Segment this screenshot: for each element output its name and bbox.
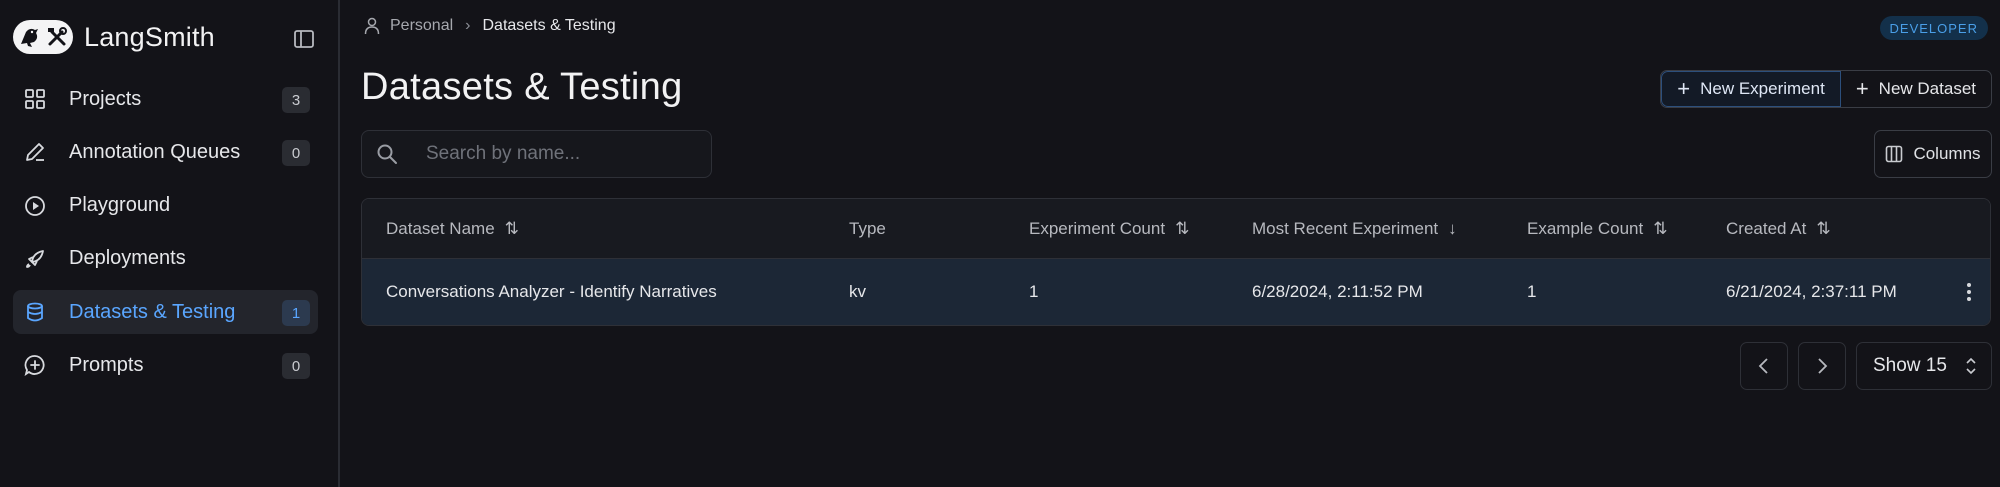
- table-row[interactable]: Conversations Analyzer - Identify Narrat…: [362, 259, 1990, 325]
- header-actions: + New Experiment + New Dataset: [1660, 70, 1992, 108]
- rocket-icon: [23, 247, 47, 271]
- sidebar: LangSmith Projects 3 Annotation Queues 0: [0, 0, 340, 487]
- new-dataset-button[interactable]: + New Dataset: [1841, 71, 1991, 107]
- sidebar-item-label: Deployments: [69, 247, 186, 270]
- table-header: Dataset Name ⇅ Type Experiment Count ⇅ M…: [362, 199, 1990, 259]
- sidebar-item-playground[interactable]: Playground: [13, 184, 318, 228]
- play-circle-icon: [23, 194, 47, 218]
- chevron-up-down-icon: [1966, 357, 1976, 375]
- tools-icon: [48, 27, 67, 46]
- sidebar-nav: Projects 3 Annotation Queues 0 Playgroun…: [13, 77, 318, 397]
- page-size-select[interactable]: Show 15: [1856, 342, 1992, 390]
- cell-example-count: 1: [1527, 282, 1537, 301]
- sidebar-item-datasets-testing[interactable]: Datasets & Testing 1: [13, 290, 318, 335]
- search-input[interactable]: [426, 143, 686, 165]
- breadcrumb-root[interactable]: Personal: [390, 17, 453, 35]
- sidebar-item-prompts[interactable]: Prompts 0: [13, 343, 318, 387]
- prev-page-button[interactable]: [1740, 342, 1788, 390]
- breadcrumb-current: Datasets & Testing: [482, 17, 616, 34]
- datasets-table: Dataset Name ⇅ Type Experiment Count ⇅ M…: [361, 198, 1991, 326]
- column-header-dataset-name[interactable]: Dataset Name ⇅: [386, 199, 519, 259]
- sidebar-item-projects[interactable]: Projects 3: [13, 77, 318, 121]
- chevron-left-icon: [1758, 358, 1768, 374]
- sort-icon[interactable]: ⇅: [1653, 219, 1667, 239]
- pagination: Show 15: [1740, 342, 1992, 390]
- developer-badge: DEVELOPER: [1879, 16, 1988, 40]
- breadcrumb: Personal › Datasets & Testing: [364, 17, 616, 35]
- database-icon: [23, 300, 47, 324]
- langsmith-logo-icon[interactable]: [13, 20, 73, 54]
- plus-icon: +: [1855, 76, 1869, 101]
- logo-row: LangSmith: [13, 18, 318, 58]
- sidebar-item-label: Prompts: [69, 353, 144, 376]
- sort-descending-icon[interactable]: ↓: [1448, 219, 1457, 239]
- count-badge: 3: [282, 87, 310, 113]
- cell-most-recent-experiment: 6/28/2024, 2:11:52 PM: [1252, 282, 1423, 301]
- sidebar-item-label: Playground: [69, 194, 171, 217]
- sort-icon[interactable]: ⇅: [505, 219, 519, 239]
- user-icon: [364, 17, 380, 35]
- column-header-most-recent-experiment[interactable]: Most Recent Experiment ↓: [1252, 199, 1457, 259]
- count-badge: 0: [282, 353, 310, 380]
- plus-icon: +: [1677, 76, 1691, 101]
- sort-icon[interactable]: ⇅: [1175, 219, 1189, 239]
- next-page-button[interactable]: [1798, 342, 1846, 390]
- parrot-icon: [21, 28, 38, 47]
- sort-icon[interactable]: ⇅: [1816, 219, 1830, 239]
- app-name: LangSmith: [84, 22, 215, 52]
- sidebar-collapse-icon[interactable]: [293, 28, 315, 50]
- column-header-experiment-count[interactable]: Experiment Count ⇅: [1029, 199, 1189, 259]
- pen-icon: [23, 140, 47, 164]
- columns-icon: [1886, 145, 1903, 163]
- count-badge: 0: [282, 140, 310, 167]
- cell-dataset-name[interactable]: Conversations Analyzer - Identify Narrat…: [386, 259, 717, 325]
- cell-created-at: 6/21/2024, 2:37:11 PM: [1726, 282, 1897, 301]
- chevron-right-icon: ›: [465, 17, 471, 34]
- columns-button[interactable]: Columns: [1874, 130, 1992, 178]
- main-content: Personal › Datasets & Testing DEVELOPER …: [342, 0, 2000, 487]
- grid-icon: [23, 87, 47, 111]
- count-badge: 1: [282, 300, 310, 327]
- search-box: [361, 130, 712, 178]
- sidebar-item-annotation-queues[interactable]: Annotation Queues 0: [13, 130, 318, 174]
- column-header-example-count[interactable]: Example Count ⇅: [1527, 199, 1667, 259]
- chevron-right-icon: [1818, 358, 1828, 374]
- more-vertical-icon[interactable]: [1966, 279, 1972, 305]
- sidebar-item-label: Annotation Queues: [69, 140, 241, 163]
- cell-type: kv: [849, 282, 866, 301]
- sidebar-item-label: Datasets & Testing: [69, 300, 236, 323]
- search-icon: [377, 144, 397, 164]
- column-header-created-at[interactable]: Created At ⇅: [1726, 199, 1831, 259]
- cell-experiment-count: 1: [1029, 282, 1039, 301]
- message-plus-icon: [23, 353, 47, 377]
- page-title: Datasets & Testing: [361, 66, 683, 108]
- sidebar-item-label: Projects: [69, 87, 142, 110]
- sidebar-item-deployments[interactable]: Deployments: [13, 237, 318, 281]
- new-experiment-button[interactable]: + New Experiment: [1661, 71, 1841, 107]
- column-header-type: Type: [849, 219, 886, 238]
